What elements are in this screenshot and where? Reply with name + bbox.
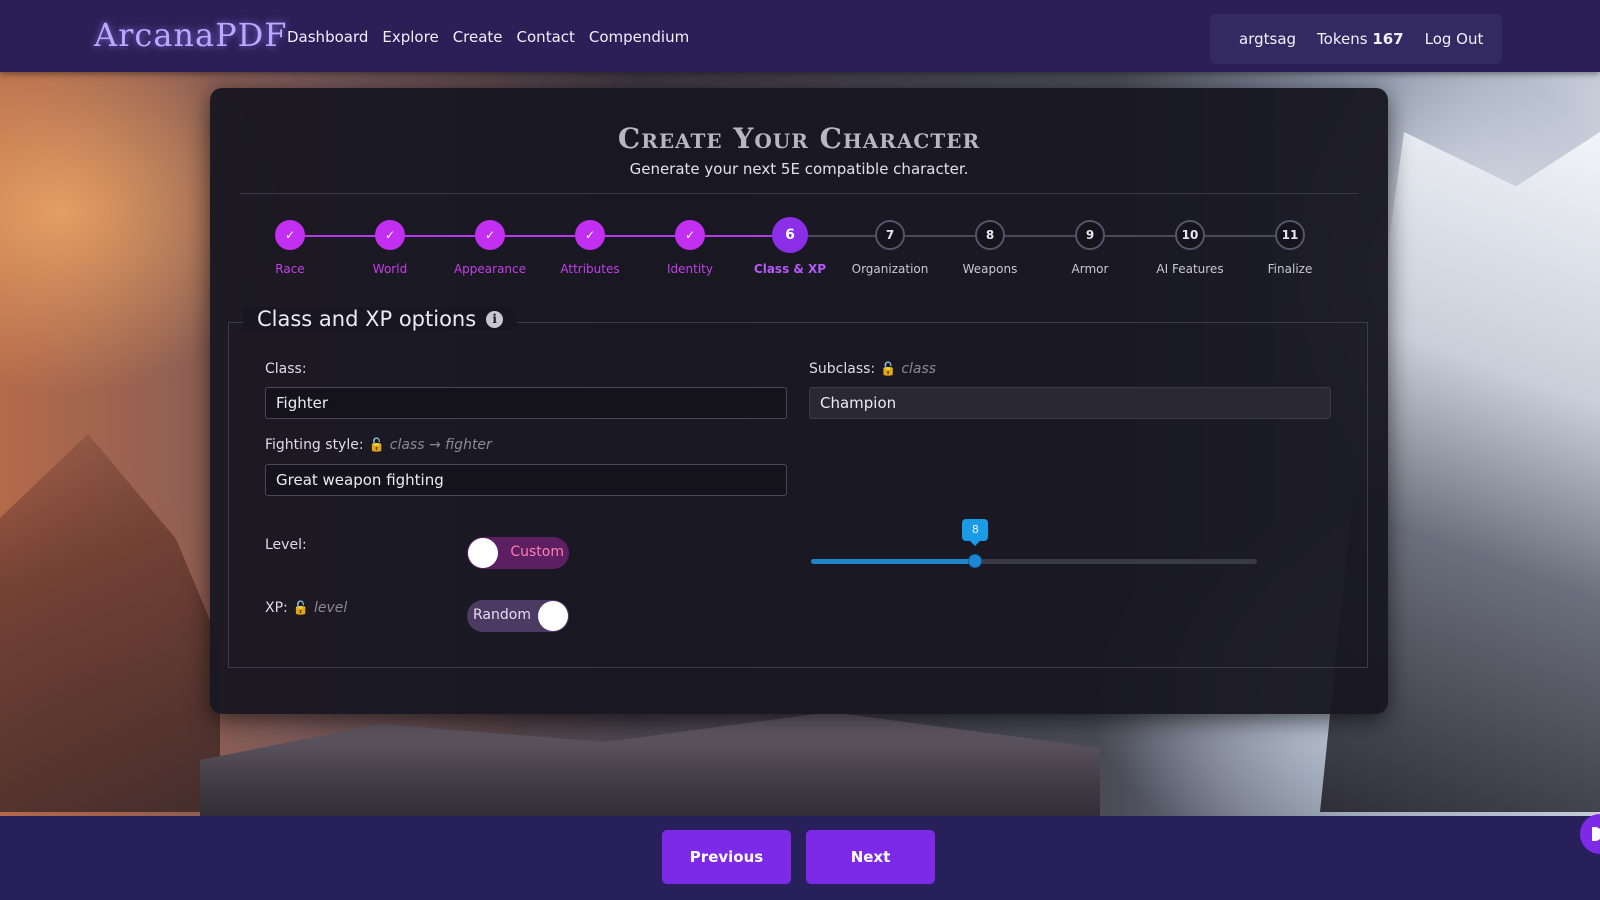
subclass-select[interactable]: Champion (809, 387, 1331, 419)
toggle-knob (468, 538, 498, 568)
step-finalize[interactable]: 11 Finalize (1240, 220, 1340, 276)
brand-logo[interactable]: ArcanaPDF (94, 16, 287, 54)
slider-thumb[interactable] (968, 554, 983, 568)
xp-label: XP: (265, 600, 288, 616)
tokens-label: Tokens (1317, 30, 1368, 48)
lock-icon: 🔓 (880, 361, 897, 377)
fighting-style-label-row: Fighting style: 🔓 class → fighter (265, 437, 492, 453)
step-label: Finalize (1267, 262, 1313, 276)
step-class-xp[interactable]: 6 Class & XP (740, 217, 840, 276)
check-icon: ✓ (475, 220, 505, 250)
toggle-knob (538, 601, 568, 631)
username-link[interactable]: argtsag (1239, 30, 1296, 48)
check-icon: ✓ (675, 220, 705, 250)
level-mode-toggle[interactable]: Custom (467, 537, 569, 569)
step-appearance[interactable]: ✓ Appearance (440, 220, 540, 276)
step-label: Organization (851, 262, 929, 276)
level-slider[interactable]: 8 (811, 519, 1257, 568)
step-world[interactable]: ✓ World (340, 220, 440, 276)
info-icon[interactable]: i (486, 310, 504, 328)
tokens-count: 167 (1372, 30, 1404, 48)
step-number: 7 (875, 220, 905, 250)
nav-contact[interactable]: Contact (517, 28, 575, 46)
xp-label-row: XP: 🔓 level (265, 600, 347, 616)
section-title: Class and XP options i (243, 307, 518, 331)
step-label: Armor (1071, 262, 1109, 276)
fighting-style-label: Fighting style: (265, 437, 364, 453)
class-label: Class: (265, 361, 307, 377)
wizard-footer: Previous Next (0, 816, 1600, 900)
level-label: Level: (265, 537, 307, 553)
wizard-stepper: ✓ Race ✓ World ✓ Appearance ✓ Attributes… (210, 217, 1388, 290)
step-label: Appearance (453, 262, 527, 276)
divider (240, 193, 1358, 194)
class-xp-section: Class and XP options i Class: Fighter Su… (228, 307, 1368, 668)
check-icon: ✓ (375, 220, 405, 250)
step-number: 10 (1175, 220, 1205, 250)
step-ai-features[interactable]: 10 AI Features (1140, 220, 1240, 276)
step-number: 6 (772, 217, 808, 253)
page-subtitle: Generate your next 5E compatible charact… (629, 160, 969, 178)
step-label: Identity (667, 262, 713, 276)
previous-button[interactable]: Previous (662, 830, 791, 884)
step-label: Race (275, 262, 305, 276)
slider-value-tooltip: 8 (962, 519, 989, 546)
xp-toggle-label: Random (473, 607, 531, 623)
xp-dependency-hint: level (313, 600, 348, 616)
nav-create[interactable]: Create (453, 28, 503, 46)
slider-fill (811, 559, 976, 564)
step-armor[interactable]: 9 Armor (1040, 220, 1140, 276)
half-moon-icon (1592, 827, 1600, 841)
subclass-dependency-hint: class (901, 361, 937, 377)
page-title: Create Your Character (617, 122, 981, 155)
tokens-display: Tokens 167 (1317, 30, 1404, 48)
check-icon: ✓ (275, 220, 305, 250)
xp-mode-toggle[interactable]: Random (467, 600, 569, 632)
step-attributes[interactable]: ✓ Attributes (540, 220, 640, 276)
fighting-style-select[interactable]: Great weapon fighting (265, 464, 787, 496)
step-race[interactable]: ✓ Race (240, 220, 340, 276)
nav-dashboard[interactable]: Dashboard (287, 28, 368, 46)
step-label: Attributes (560, 262, 620, 276)
background-mountain-left (0, 434, 220, 812)
step-identity[interactable]: ✓ Identity (640, 220, 740, 276)
top-navbar: ArcanaPDF Dashboard Explore Create Conta… (0, 0, 1600, 72)
step-weapons[interactable]: 8 Weapons (940, 220, 1040, 276)
step-number: 11 (1275, 220, 1305, 250)
subclass-label-row: Subclass: 🔓 class (809, 361, 936, 377)
subclass-label: Subclass: (809, 361, 876, 377)
nav-explore[interactable]: Explore (382, 28, 438, 46)
nav-compendium[interactable]: Compendium (589, 28, 689, 46)
lock-icon: 🔓 (368, 437, 385, 453)
step-organization[interactable]: 7 Organization (840, 220, 940, 276)
step-number: 8 (975, 220, 1005, 250)
character-creator-card: Create Your Character Generate your next… (210, 88, 1388, 714)
level-toggle-label: Custom (510, 544, 564, 560)
step-label: Weapons (962, 262, 1018, 276)
check-icon: ✓ (575, 220, 605, 250)
step-number: 9 (1075, 220, 1105, 250)
next-button[interactable]: Next (806, 830, 935, 884)
step-label: AI Features (1156, 262, 1224, 276)
section-title-text: Class and XP options (257, 307, 477, 331)
lock-icon: 🔓 (292, 600, 309, 616)
fighting-style-dependency-hint: class → fighter (389, 437, 492, 453)
step-label: Class & XP (753, 262, 827, 276)
main-nav: Dashboard Explore Create Contact Compend… (287, 28, 689, 46)
user-panel: argtsag Tokens 167 Log Out (1210, 14, 1502, 64)
class-select[interactable]: Fighter (265, 387, 787, 419)
logout-link[interactable]: Log Out (1425, 30, 1484, 48)
step-label: World (372, 262, 408, 276)
background-rock (200, 712, 1100, 816)
